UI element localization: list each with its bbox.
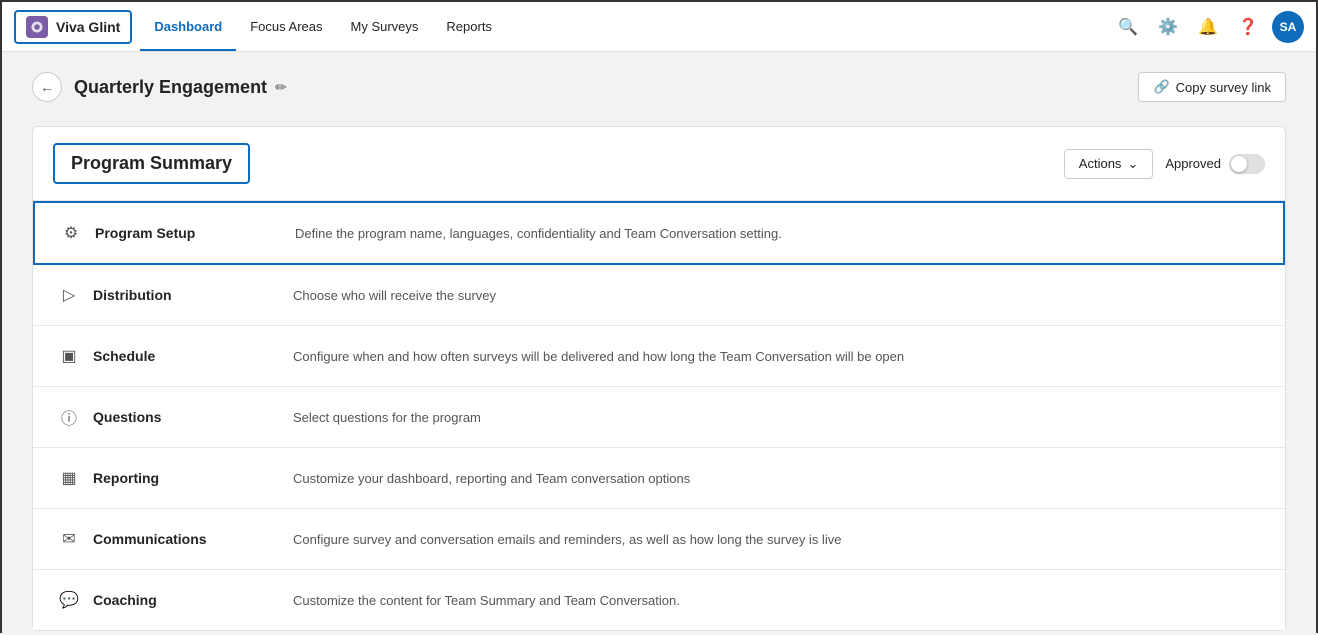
menu-item-label: Program Setup	[95, 225, 255, 241]
nav-link-focus-areas[interactable]: Focus Areas	[236, 2, 336, 51]
search-icon[interactable]: 🔍	[1112, 11, 1144, 43]
help-icon[interactable]: ❓	[1232, 11, 1264, 43]
menu-item-questions[interactable]: ⓘ Questions Select questions for the pro…	[33, 387, 1285, 448]
menu-item-program-setup[interactable]: ⚙ Program Setup Define the program name,…	[33, 201, 1285, 265]
menu-item-label: Distribution	[93, 287, 253, 303]
menu-item-label: Reporting	[93, 470, 253, 486]
menu-item-description: Configure when and how often surveys wil…	[293, 349, 904, 364]
link-icon: 🔗	[1153, 79, 1169, 95]
menu-item-label: Questions	[93, 409, 253, 425]
approved-toggle[interactable]	[1229, 154, 1265, 174]
distribution-icon: ▷	[57, 283, 81, 307]
nav-right-icons: 🔍 ⚙️ 🔔 ❓ SA	[1112, 11, 1304, 43]
settings-icon[interactable]: ⚙️	[1152, 11, 1184, 43]
reporting-icon: ▦	[57, 466, 81, 490]
menu-item-label: Coaching	[93, 592, 253, 608]
nav-link-dashboard[interactable]: Dashboard	[140, 2, 236, 51]
coaching-icon: 💬	[57, 588, 81, 612]
nav-link-my-surveys[interactable]: My Surveys	[337, 2, 433, 51]
menu-item-label: Schedule	[93, 348, 253, 364]
nav-link-reports[interactable]: Reports	[432, 2, 506, 51]
menu-item-description: Configure survey and conversation emails…	[293, 532, 841, 547]
menu-item-description: Customize the content for Team Summary a…	[293, 593, 680, 608]
menu-item-description: Select questions for the program	[293, 410, 481, 425]
menu-item-description: Customize your dashboard, reporting and …	[293, 471, 690, 486]
actions-button[interactable]: Actions ⌄	[1064, 149, 1154, 179]
menu-item-communications[interactable]: ✉ Communications Configure survey and co…	[33, 509, 1285, 570]
approved-toggle-area: Approved	[1165, 154, 1265, 174]
top-navigation: Viva Glint Dashboard Focus Areas My Surv…	[2, 2, 1316, 52]
schedule-icon: ▣	[57, 344, 81, 368]
summary-controls: Actions ⌄ Approved	[1064, 149, 1265, 179]
brand-name: Viva Glint	[56, 19, 120, 35]
program-setup-icon: ⚙	[59, 221, 83, 245]
menu-item-distribution[interactable]: ▷ Distribution Choose who will receive t…	[33, 265, 1285, 326]
menu-item-description: Choose who will receive the survey	[293, 288, 496, 303]
copy-survey-link-button[interactable]: 🔗 Copy survey link	[1138, 72, 1286, 102]
menu-item-label: Communications	[93, 531, 253, 547]
notifications-icon[interactable]: 🔔	[1192, 11, 1224, 43]
brand-logo-area[interactable]: Viva Glint	[14, 10, 132, 44]
chevron-down-icon: ⌄	[1127, 156, 1138, 172]
content-area: ← Quarterly Engagement ✏ 🔗 Copy survey l…	[2, 52, 1316, 635]
summary-header: Program Summary Actions ⌄ Approved	[33, 127, 1285, 201]
toggle-knob	[1231, 156, 1247, 172]
menu-item-coaching[interactable]: 💬 Coaching Customize the content for Tea…	[33, 570, 1285, 630]
nav-links: Dashboard Focus Areas My Surveys Reports	[140, 2, 506, 51]
menu-item-schedule[interactable]: ▣ Schedule Configure when and how often …	[33, 326, 1285, 387]
header-actions: 🔗 Copy survey link	[1138, 72, 1286, 102]
back-button[interactable]: ←	[32, 72, 62, 102]
communications-icon: ✉	[57, 527, 81, 551]
user-avatar[interactable]: SA	[1272, 11, 1304, 43]
program-summary-section: Program Summary Actions ⌄ Approved ⚙ Pro…	[32, 126, 1286, 631]
page-header: ← Quarterly Engagement ✏ 🔗 Copy survey l…	[32, 72, 1286, 102]
edit-icon[interactable]: ✏	[275, 79, 287, 96]
summary-title: Program Summary	[53, 143, 250, 184]
program-menu-list: ⚙ Program Setup Define the program name,…	[33, 201, 1285, 630]
menu-item-description: Define the program name, languages, conf…	[295, 226, 782, 241]
menu-item-reporting[interactable]: ▦ Reporting Customize your dashboard, re…	[33, 448, 1285, 509]
page-title: Quarterly Engagement	[74, 77, 267, 98]
questions-icon: ⓘ	[57, 405, 81, 429]
